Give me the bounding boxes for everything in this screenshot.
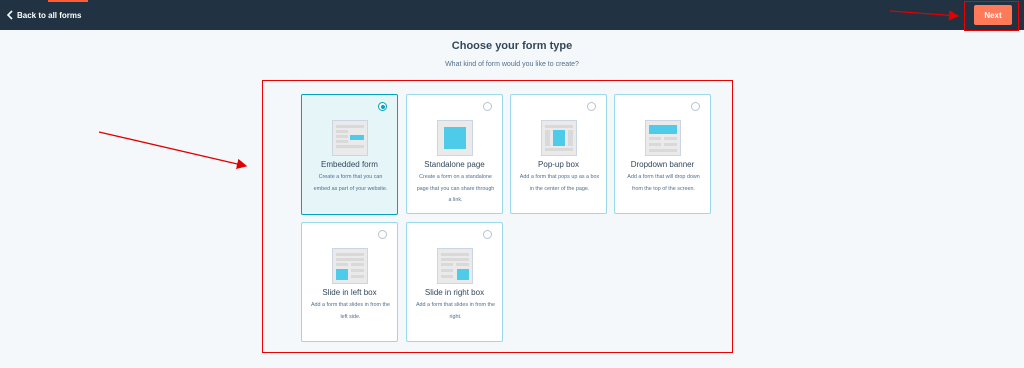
- next-annotation-box: [964, 1, 1019, 31]
- card-description: Add a form that will drop down from the …: [627, 174, 700, 192]
- form-type-card-standalone[interactable]: Standalone page Create a form on a stand…: [406, 94, 503, 214]
- back-to-all-forms-link[interactable]: Back to all forms: [7, 8, 81, 22]
- form-type-card-embedded[interactable]: Embedded form Create a form that you can…: [301, 94, 398, 215]
- page-subtitle: What kind of form would you like to crea…: [445, 61, 579, 68]
- card-title: Embedded form: [321, 160, 378, 169]
- top-navigation-bar: Back to all forms Next: [0, 0, 1024, 30]
- radio-button[interactable]: [587, 102, 596, 111]
- page-title: Choose your form type: [451, 40, 573, 52]
- card-description: Create a form that you can embed as part…: [313, 174, 388, 192]
- card-title: Dropdown banner: [630, 160, 695, 169]
- popup-box-icon: [541, 120, 577, 156]
- standalone-page-icon: [437, 120, 473, 156]
- slide-in-left-icon: [332, 248, 368, 284]
- chevron-left-icon: [7, 10, 13, 20]
- radio-button[interactable]: [378, 230, 387, 239]
- progress-accent: [48, 0, 88, 2]
- card-title: Pop-up box: [538, 160, 579, 169]
- radio-button[interactable]: [483, 102, 492, 111]
- radio-button[interactable]: [378, 102, 387, 111]
- form-type-card-slide-left[interactable]: Slide in left box Add a form that slides…: [301, 222, 398, 342]
- radio-button[interactable]: [691, 102, 700, 111]
- form-type-card-popup[interactable]: Pop-up box Add a form that pops up as a …: [510, 94, 607, 214]
- card-title: Standalone page: [424, 160, 485, 169]
- card-title: Slide in right box: [424, 288, 485, 297]
- card-description: Add a form that slides in from the left …: [310, 302, 391, 320]
- form-type-card-dropdown-banner[interactable]: Dropdown banner Add a form that will dro…: [614, 94, 711, 214]
- card-title: Slide in left box: [322, 288, 377, 297]
- card-description: Add a form that slides in from the right…: [415, 302, 496, 320]
- slide-in-right-icon: [437, 248, 473, 284]
- embedded-form-icon: [332, 120, 368, 156]
- card-description: Add a form that pops up as a box in the …: [519, 174, 600, 192]
- arrow-to-form-types: [98, 131, 248, 170]
- dropdown-banner-icon: [645, 120, 681, 156]
- radio-button[interactable]: [483, 230, 492, 239]
- back-link-label: Back to all forms: [17, 10, 82, 20]
- card-description: Create a form on a standalone page that …: [416, 174, 495, 203]
- form-type-card-slide-right[interactable]: Slide in right box Add a form that slide…: [406, 222, 503, 342]
